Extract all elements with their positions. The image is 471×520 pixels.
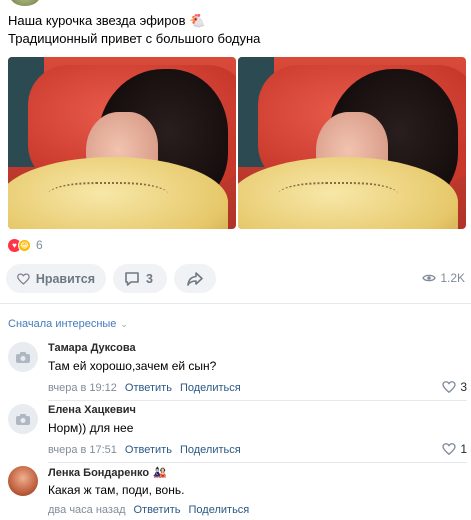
comment-author[interactable]: Елена Хацкевич [48, 404, 136, 416]
divider [48, 462, 467, 463]
views-count: 1.2K [440, 271, 465, 285]
avatar[interactable] [8, 404, 38, 434]
comment-meta: вчера в 19:12 Ответить Поделиться [48, 382, 241, 394]
reactions-count: 6 [36, 238, 43, 252]
comment-like-button[interactable]: 3 [442, 380, 467, 394]
comment-author[interactable]: Ленка Бондаренко 🎎 [48, 466, 167, 480]
share-icon [187, 271, 203, 286]
share-link[interactable]: Поделиться [180, 444, 241, 456]
reactions-summary[interactable]: ♥ 😂 6 [8, 238, 43, 252]
heart-icon [442, 381, 456, 393]
share-button[interactable] [174, 264, 216, 293]
comment-button[interactable]: 3 [113, 264, 167, 293]
dolls-badge-icon: 🎎 [153, 467, 167, 479]
comments-sort-dropdown[interactable]: Сначала интересные ⌄ [8, 318, 128, 330]
chevron-down-icon: ⌄ [120, 318, 128, 329]
camera-icon [16, 351, 30, 363]
comment-author-name: Ленка Бондаренко [48, 466, 150, 479]
comment-item: Тамара Дуксова Там ей хорошо,зачем ей сы… [8, 342, 467, 401]
comment-author[interactable]: Тамара Дуксова [48, 342, 136, 354]
post-author-avatar[interactable] [10, 0, 40, 6]
share-link[interactable]: Поделиться [180, 382, 241, 394]
comment-count: 3 [146, 271, 153, 286]
heart-icon [17, 272, 30, 285]
comment-like-count: 3 [460, 380, 467, 394]
divider [0, 303, 471, 304]
comment-text: Там ей хорошо,зачем ей сын? [48, 359, 217, 373]
post-text-line-1: Наша курочка звезда эфиров 🐔 [8, 13, 206, 28]
post-photo-1[interactable] [8, 57, 236, 229]
comment-text: Норм)) для нее [48, 421, 134, 435]
post-text-line-2: Традиционный привет с большого бодуна [8, 31, 261, 46]
comment-like-count: 1 [460, 442, 467, 456]
avatar[interactable] [8, 342, 38, 372]
post-actions: Нравится 3 [6, 264, 216, 293]
comment-item: Ленка Бондаренко 🎎 Какая ж там, поди, во… [8, 466, 467, 520]
reply-link[interactable]: Ответить [125, 382, 172, 394]
comment-icon [125, 271, 139, 286]
comment-meta: два часа назад Ответить Поделиться [48, 504, 249, 516]
comment-time[interactable]: вчера в 17:51 [48, 444, 117, 456]
avatar[interactable] [8, 466, 38, 496]
divider [48, 400, 467, 401]
photo-gallery [8, 57, 467, 229]
share-link[interactable]: Поделиться [189, 504, 250, 516]
views-counter: 1.2K [422, 271, 465, 285]
post-photo-2[interactable] [238, 57, 466, 229]
comment-like-button[interactable]: 1 [442, 442, 467, 456]
comment-time[interactable]: два часа назад [48, 504, 125, 516]
comment-text: Какая ж там, поди, вонь. [48, 483, 185, 497]
comment-meta: вчера в 17:51 Ответить Поделиться [48, 444, 241, 456]
reply-link[interactable]: Ответить [125, 444, 172, 456]
camera-icon [16, 413, 30, 425]
like-label: Нравится [35, 271, 95, 286]
comment-time[interactable]: вчера в 19:12 [48, 382, 117, 394]
laugh-reaction-icon: 😂 [18, 238, 31, 252]
post-text: Наша курочка звезда эфиров 🐔 Традиционны… [8, 12, 260, 48]
heart-icon [442, 443, 456, 455]
eye-icon [422, 274, 437, 282]
like-button[interactable]: Нравится [6, 264, 106, 293]
comments-sort-label: Сначала интересные [8, 318, 117, 330]
reply-link[interactable]: Ответить [133, 504, 180, 516]
comment-item: Елена Хацкевич Норм)) для нее вчера в 17… [8, 404, 467, 463]
